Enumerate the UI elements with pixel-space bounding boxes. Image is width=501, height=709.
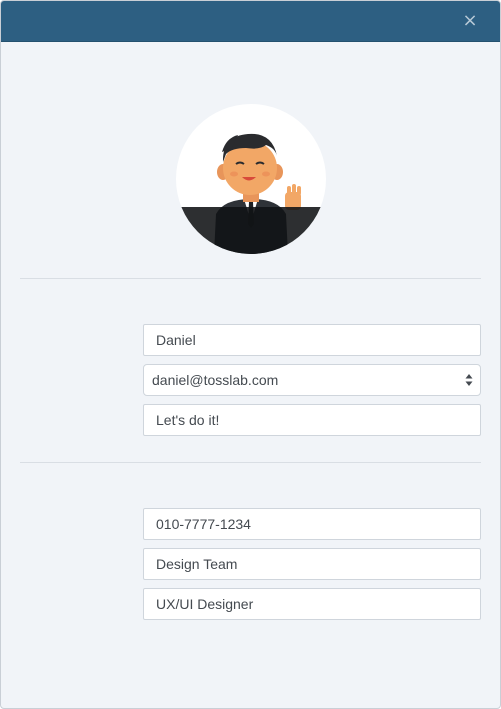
name-field[interactable]: Daniel (143, 324, 481, 356)
status-message-value: Let's do it! (156, 412, 220, 428)
profile-modal: × Daniel daniel@tosslab.com Let's do it!… (0, 0, 501, 709)
close-button[interactable]: × (460, 11, 480, 31)
name-value: Daniel (156, 332, 196, 348)
modal-header: × (1, 1, 500, 42)
position-field[interactable]: UX/UI Designer (143, 588, 481, 620)
email-value: daniel@tosslab.com (152, 372, 279, 388)
department-field[interactable]: Design Team (143, 548, 481, 580)
divider (20, 462, 481, 463)
phone-value: 010-7777-1234 (156, 516, 251, 532)
avatar-illustration (176, 133, 326, 254)
position-value: UX/UI Designer (156, 596, 254, 612)
phone-field[interactable]: 010-7777-1234 (143, 508, 481, 540)
avatar[interactable] (176, 104, 326, 254)
close-icon: × (462, 10, 478, 31)
status-message-field[interactable]: Let's do it! (143, 404, 481, 436)
select-arrows-icon (465, 374, 473, 386)
divider (20, 278, 481, 279)
department-value: Design Team (156, 556, 238, 572)
email-select[interactable]: daniel@tosslab.com (143, 364, 481, 396)
